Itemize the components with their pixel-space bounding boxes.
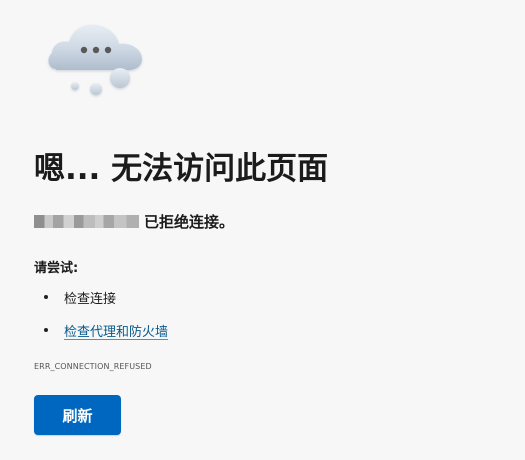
connection-refused-message: 已拒绝连接。 xyxy=(34,211,234,231)
error-page: 嗯... 无法访问此页面 已拒绝连接。 请尝试: 检查连接 检查代理和防火墙 E… xyxy=(0,0,525,460)
bullet-icon xyxy=(44,328,48,332)
try-title: 请尝试: xyxy=(34,261,79,276)
proxy-firewall-link[interactable]: 检查代理和防火墙 xyxy=(64,321,168,340)
page-title: 嗯... 无法访问此页面 xyxy=(34,151,329,187)
bullet-icon xyxy=(44,295,48,299)
cloud-dots-icon xyxy=(44,14,156,98)
refresh-button[interactable]: 刷新 xyxy=(34,395,121,435)
refused-message-text: 已拒绝连接。 xyxy=(144,212,235,231)
suggestion-check-proxy-firewall: 检查代理和防火墙 xyxy=(34,319,334,341)
error-code: ERR_CONNECTION_REFUSED xyxy=(34,362,152,371)
suggestion-label: 检查连接 xyxy=(64,291,117,307)
redacted-site-address xyxy=(34,214,139,228)
suggestion-check-connection: 检查连接 xyxy=(34,286,334,308)
